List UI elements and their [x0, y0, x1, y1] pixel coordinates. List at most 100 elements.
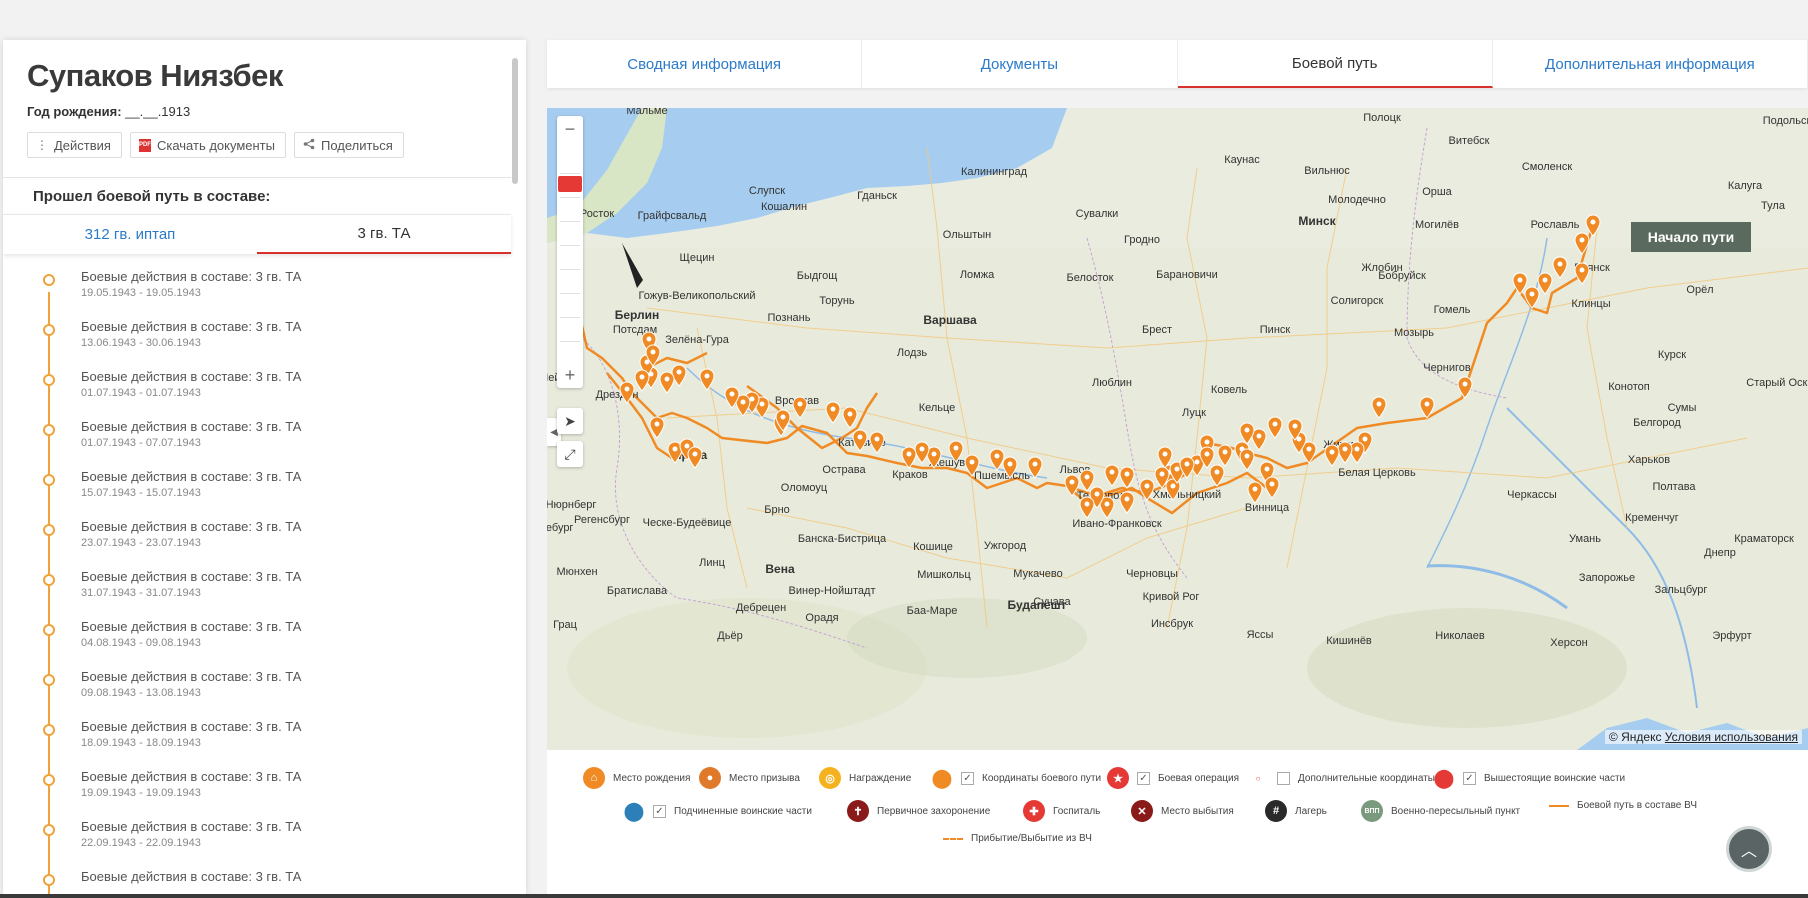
route-marker[interactable]: [1337, 441, 1353, 464]
timeline-item[interactable]: Боевые действия в составе: 3 гв. ТА 01.07…: [3, 364, 511, 414]
tab-documents[interactable]: Документы: [862, 40, 1178, 88]
timeline-item-date: 19.05.1943 - 19.05.1943: [81, 287, 201, 299]
tab-combat-path[interactable]: Боевой путь: [1177, 40, 1493, 88]
superior-checkbox[interactable]: ✓: [1463, 771, 1476, 785]
share-button[interactable]: Поделиться: [293, 132, 404, 158]
route-markers[interactable]: [547, 108, 1808, 750]
timeline-item-date: 18.09.1943 - 18.09.1943: [81, 737, 201, 749]
route-marker[interactable]: [1079, 496, 1095, 519]
extra-coords-checkbox[interactable]: [1277, 771, 1290, 785]
tab-additional[interactable]: Дополнительная информация: [1493, 40, 1808, 88]
route-marker[interactable]: [1371, 396, 1387, 419]
route-marker[interactable]: [1119, 491, 1135, 514]
copyright-text: © Яндекс: [1608, 730, 1662, 744]
map-copyright: © Яндекс Условия использования: [1604, 730, 1802, 744]
timeline-item[interactable]: Боевые действия в составе: 3 гв. ТА 22.09…: [3, 814, 511, 864]
dashed-line-icon: [943, 837, 963, 840]
route-marker[interactable]: [1349, 441, 1365, 464]
route-marker[interactable]: [1574, 232, 1590, 255]
timeline-item-date: 09.08.1943 - 13.08.1943: [81, 687, 201, 699]
route-marker[interactable]: [1027, 456, 1043, 479]
timeline-item-title: Боевые действия в составе: 3 гв. ТА: [81, 319, 302, 334]
route-marker[interactable]: [1267, 416, 1283, 439]
timeline-item-title: Боевые действия в составе: 3 гв. ТА: [81, 769, 302, 784]
route-marker[interactable]: [1537, 272, 1553, 295]
timeline-item[interactable]: Боевые действия в составе: 3 гв. ТА 19.05…: [3, 264, 511, 314]
legend-draft-label: Место призыва: [729, 772, 800, 784]
timeline-item-title: Боевые действия в составе: 3 гв. ТА: [81, 469, 302, 484]
route-marker[interactable]: [659, 371, 675, 394]
route-marker[interactable]: [699, 368, 715, 391]
timeline-item[interactable]: Боевые действия в составе: 3 гв. ТА 01.07…: [3, 414, 511, 464]
operation-checkbox[interactable]: ✓: [1137, 771, 1150, 785]
route-marker[interactable]: [619, 381, 635, 404]
route-marker[interactable]: [1419, 396, 1435, 419]
fullscreen-icon[interactable]: ⤢: [557, 441, 583, 467]
combat-path-map[interactable]: Мальме Полоцк Витебск Подольск Каунас Вильнюс…: [547, 108, 1808, 750]
route-marker[interactable]: [1239, 422, 1255, 445]
route-marker[interactable]: [964, 454, 980, 477]
route-marker[interactable]: [901, 446, 917, 469]
timeline-dot: [43, 274, 55, 286]
route-marker[interactable]: [649, 416, 665, 439]
route-marker[interactable]: [792, 396, 808, 419]
zoom-out-button[interactable]: −: [557, 116, 583, 142]
zoom-in-button[interactable]: +: [557, 362, 583, 388]
timeline-item[interactable]: Боевые действия в составе: 3 гв. ТА 18.09…: [3, 714, 511, 764]
timeline-item[interactable]: Боевые действия в составе: 3 гв. ТА 09.08…: [3, 664, 511, 714]
route-marker[interactable]: [825, 401, 841, 424]
route-marker[interactable]: [852, 429, 868, 452]
unit-tab-3gta[interactable]: 3 гв. ТА: [257, 214, 511, 254]
panel-scrollbar[interactable]: [512, 58, 518, 184]
zoom-control[interactable]: − +: [557, 116, 583, 388]
legend-row-2: ⬤ ✓ Подчиненные воинские части ✝ Первичн…: [547, 800, 1808, 822]
legend-row-1: ⌂ Место рождения ● Место призыва ◎ Награ…: [547, 767, 1808, 789]
coords-checkbox[interactable]: ✓: [961, 771, 974, 785]
route-marker[interactable]: [1002, 456, 1018, 479]
timeline-item[interactable]: Боевые действия в составе: 3 гв. ТА 15.07…: [3, 464, 511, 514]
route-marker[interactable]: [1209, 464, 1225, 487]
route-marker[interactable]: [1079, 469, 1095, 492]
route-marker[interactable]: [687, 446, 703, 469]
timeline-item[interactable]: Боевые действия в составе: 3 гв. ТА 04.08…: [3, 614, 511, 664]
timeline-item[interactable]: Боевые действия в составе: 3 гв. ТА 19.09…: [3, 764, 511, 814]
route-marker[interactable]: [1552, 256, 1568, 279]
timeline-item[interactable]: Боевые действия в составе: 3 гв. ТА 31.07…: [3, 564, 511, 614]
geolocation-icon[interactable]: ➤: [557, 408, 583, 434]
terms-link[interactable]: Условия использования: [1665, 730, 1798, 744]
route-marker[interactable]: [1512, 272, 1528, 295]
timeline-item[interactable]: Боевые действия в составе: 3 гв. ТА 13.06…: [3, 314, 511, 364]
route-marker[interactable]: [1139, 478, 1155, 501]
route-marker[interactable]: [989, 448, 1005, 471]
route-marker[interactable]: [1247, 481, 1263, 504]
route-marker[interactable]: [1217, 444, 1233, 467]
timeline-item-date: 23.07.1943 - 23.07.1943: [81, 537, 201, 549]
route-marker[interactable]: [869, 431, 885, 454]
unit-tab-312[interactable]: 312 гв. иптап: [3, 214, 257, 254]
route-marker[interactable]: [1104, 464, 1120, 487]
actions-button[interactable]: ⋮ Действия: [27, 132, 122, 158]
subordinate-checkbox[interactable]: ✓: [653, 804, 666, 818]
route-marker[interactable]: [1239, 448, 1255, 471]
download-documents-button[interactable]: PDF Скачать документы: [129, 132, 286, 158]
scroll-to-top-button[interactable]: ︿: [1726, 826, 1772, 872]
route-marker[interactable]: [1574, 262, 1590, 285]
route-marker[interactable]: [948, 440, 964, 463]
route-marker[interactable]: [1524, 286, 1540, 309]
route-marker[interactable]: [634, 369, 650, 392]
route-marker[interactable]: [1324, 444, 1340, 467]
barbed-wire-icon: #: [1265, 800, 1287, 822]
route-marker[interactable]: [1064, 474, 1080, 497]
route-marker[interactable]: [914, 441, 930, 464]
route-marker[interactable]: [1457, 376, 1473, 399]
legend-arrival: Прибытие/Выбытие из ВЧ: [943, 833, 1092, 844]
timeline-item[interactable]: Боевые действия в составе: 3 гв. ТА 23.07…: [3, 514, 511, 564]
route-marker[interactable]: [1264, 476, 1280, 499]
route-marker[interactable]: [1585, 214, 1601, 237]
zoom-handle[interactable]: [558, 176, 582, 192]
tab-summary[interactable]: Сводная информация: [547, 40, 863, 88]
timeline-item[interactable]: Боевые действия в составе: 3 гв. ТА: [3, 864, 511, 898]
route-marker[interactable]: [842, 406, 858, 429]
route-marker[interactable]: [1119, 466, 1135, 489]
route-marker[interactable]: [671, 364, 687, 387]
